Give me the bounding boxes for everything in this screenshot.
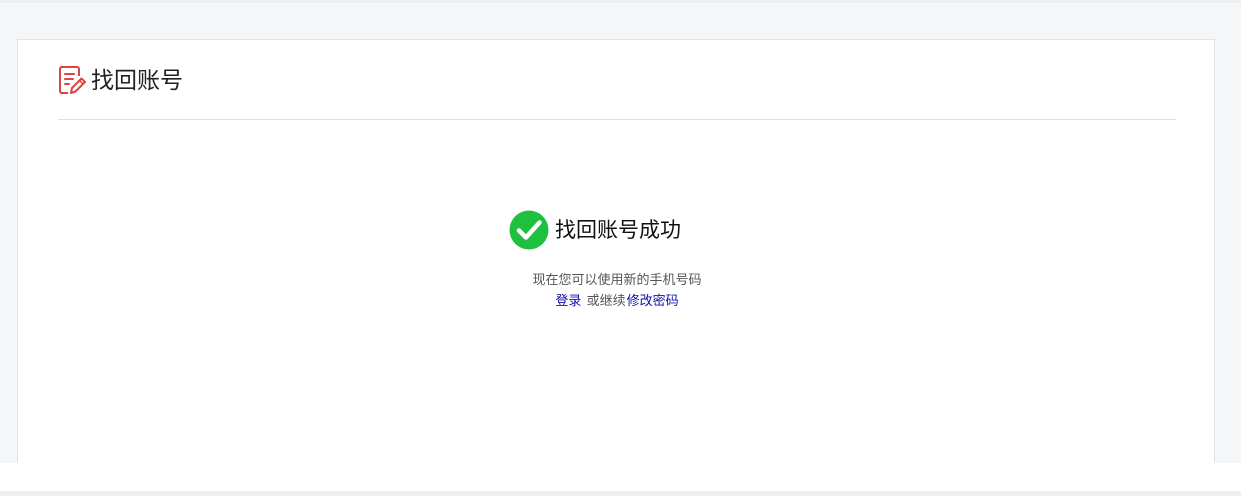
change-password-link[interactable]: 修改密码: [627, 294, 679, 309]
card-header: 找回账号: [58, 65, 1176, 120]
footer-area: [0, 463, 1241, 491]
result-block: 找回账号成功: [18, 208, 1216, 250]
result-title: 找回账号成功: [555, 218, 681, 242]
edit-document-icon: [59, 66, 86, 94]
login-link[interactable]: 登录: [555, 294, 581, 309]
content-card: 找回账号 找回账号成功 现在您可以使用新的手机号码 登录 或继续修改密码: [17, 39, 1215, 479]
or-continue-text: 或继续: [586, 294, 626, 309]
bottom-strip: [0, 491, 1241, 496]
result-actions: 登录 或继续修改密码: [18, 293, 1216, 311]
page-title: 找回账号: [91, 68, 183, 94]
result-description: 现在您可以使用新的手机号码: [532, 273, 702, 288]
check-circle-icon: [509, 210, 549, 250]
top-strip: [0, 0, 1241, 3]
